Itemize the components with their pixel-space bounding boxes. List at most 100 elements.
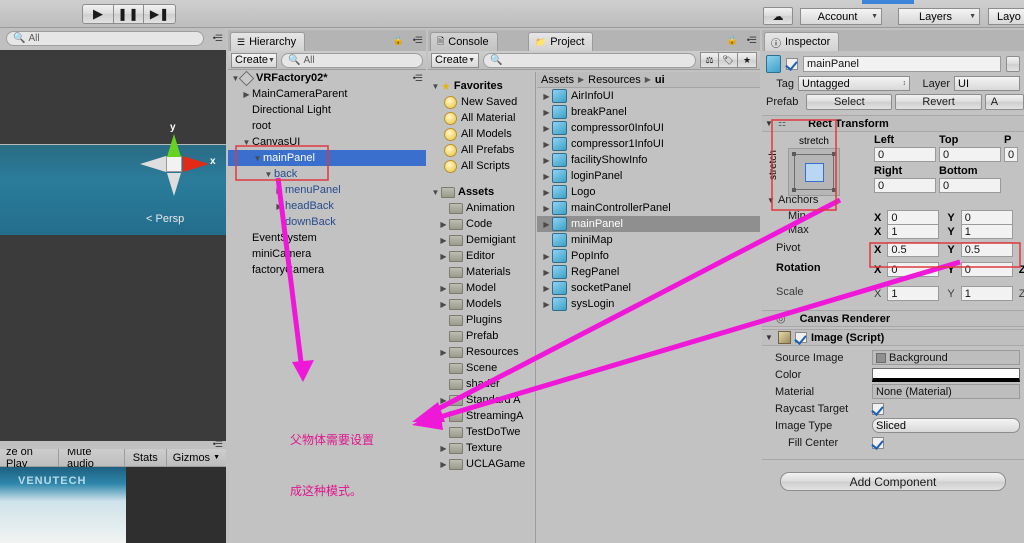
hierarchy-item-mainpanel[interactable]: ▼ mainPanel (228, 150, 426, 166)
scene-menu-icon[interactable]: •☰ (213, 33, 223, 44)
image-enabled-checkbox[interactable] (795, 332, 807, 343)
chevron-right-icon[interactable]: ▶ (541, 284, 552, 293)
material-field[interactable]: None (Material) (872, 384, 1020, 399)
hierarchy-item-headback[interactable]: ▶ headBack (228, 198, 426, 214)
top-input[interactable]: 0 (939, 147, 1001, 162)
project-asset-breakpanel[interactable]: ▶ breakPanel (537, 104, 760, 120)
scale-y-input[interactable]: 1 (960, 286, 1013, 301)
project-folder-model[interactable]: ▶ Model (428, 280, 535, 296)
project-favorite-all-scripts[interactable]: All Scripts (428, 158, 535, 174)
chevron-right-icon[interactable]: ▶ (541, 268, 552, 277)
tab-console[interactable]: 🗎 Console (430, 32, 498, 51)
fill-center-checkbox[interactable] (872, 436, 884, 449)
chevron-right-icon[interactable]: ▶ (541, 300, 552, 309)
chevron-down-icon[interactable]: ▼ (241, 138, 252, 147)
breadcrumb-assets[interactable]: Assets (541, 74, 574, 86)
hierarchy-scene-row[interactable]: ▼ VRFactory02* •☰ (228, 70, 426, 86)
project-folder-prefab[interactable]: ▶ Prefab (428, 328, 535, 344)
prefab-select-button[interactable]: Select (806, 94, 893, 110)
hierarchy-create-button[interactable]: Create ▼ (231, 52, 277, 68)
hierarchy-item-back[interactable]: ▼ back (228, 166, 426, 182)
bottom-input[interactable]: 0 (939, 178, 1001, 193)
project-asset-logo[interactable]: ▶ Logo (537, 184, 760, 200)
project-folder-uclagame[interactable]: ▶ UCLAGame (428, 456, 535, 472)
project-asset-compressor0infoui[interactable]: ▶ compressor0InfoUI (537, 120, 760, 136)
object-active-checkbox[interactable] (786, 58, 798, 70)
gizmos-button[interactable]: Gizmos ▼ (167, 449, 226, 467)
project-asset-regpanel[interactable]: ▶ RegPanel (537, 264, 760, 280)
hierarchy-search-input[interactable]: 🔍 All (281, 52, 423, 68)
project-folder-code[interactable]: ▶ Code (428, 216, 535, 232)
play-button[interactable]: ▶ (82, 4, 114, 24)
account-dropdown[interactable]: Account ▼ (800, 8, 882, 25)
chevron-right-icon[interactable]: ▶ (541, 108, 552, 117)
chevron-right-icon[interactable]: ▶ (541, 124, 552, 133)
project-asset-socketpanel[interactable]: ▶ socketPanel (537, 280, 760, 296)
layer-dropdown[interactable]: UI (954, 76, 1020, 91)
anchor-min-x-input[interactable]: 0 (887, 210, 940, 225)
anchors-foldout[interactable]: ▼ Anchors (766, 194, 818, 206)
chevron-right-icon[interactable]: ▶ (541, 140, 552, 149)
rect-transform-header[interactable]: ▼ ☷ Rect Transform (762, 115, 1024, 132)
project-folder-testdotwe[interactable]: ▶ TestDoTwe (428, 424, 535, 440)
chevron-down-icon[interactable]: ▼ (430, 188, 441, 197)
project-folder-streaminga[interactable]: ▶ StreamingA (428, 408, 535, 424)
gizmo-y-neg-axis[interactable] (167, 173, 181, 196)
project-favorite-new-saved[interactable]: New Saved (428, 94, 535, 110)
anchor-max-y-input[interactable]: 1 (960, 224, 1013, 239)
mute-audio-button[interactable]: Mute audio (59, 446, 125, 470)
chevron-right-icon[interactable]: ▶ (241, 90, 252, 99)
project-asset-syslogin[interactable]: ▶ sysLogin (537, 296, 760, 312)
anchor-preset-graphic[interactable] (788, 148, 840, 196)
chevron-right-icon[interactable]: ▶ (438, 252, 449, 261)
right-input[interactable]: 0 (874, 178, 936, 193)
breadcrumb-ui[interactable]: ui (655, 74, 665, 86)
image-script-header[interactable]: ▼ Image (Script) (762, 329, 1024, 346)
project-menu-icon[interactable]: •☰ (747, 35, 757, 46)
project-folder-demigiant[interactable]: ▶ Demigiant (428, 232, 535, 248)
hierarchy-item-maincameraparent[interactable]: ▶ MainCameraParent (228, 86, 426, 102)
gizmo-x-axis[interactable] (183, 156, 209, 172)
chevron-right-icon[interactable]: ▶ (541, 156, 552, 165)
project-asset-maincontrollerpanel[interactable]: ▶ mainControllerPanel (537, 200, 760, 216)
hierarchy-item-canvasui[interactable]: ▼ CanvasUI (228, 134, 426, 150)
favorite-filter-icon[interactable]: ★ (738, 52, 757, 68)
project-create-button[interactable]: Create ▼ (431, 52, 479, 68)
breadcrumb-resources[interactable]: Resources (588, 74, 641, 86)
chevron-right-icon[interactable]: ▶ (541, 92, 552, 101)
chevron-right-icon[interactable]: ▶ (438, 300, 449, 309)
project-asset-compressor1infoui[interactable]: ▶ compressor1InfoUI (537, 136, 760, 152)
chevron-right-icon[interactable]: ▶ (541, 204, 552, 213)
rotation-y-input[interactable]: 0 (960, 262, 1013, 277)
posz-input[interactable]: 0 (1004, 147, 1018, 162)
chevron-down-icon[interactable]: ▼ (430, 82, 441, 91)
step-button[interactable]: ▶❚ (144, 4, 176, 24)
type-filter-icon[interactable]: ⚖ (700, 52, 719, 68)
chevron-right-icon[interactable]: ▶ (438, 396, 449, 405)
prefab-revert-button[interactable]: Revert (895, 94, 982, 110)
project-favorites-row[interactable]: ▼ ★ Favorites (428, 78, 535, 94)
persp-label[interactable]: < Persp (146, 213, 184, 225)
chevron-down-icon[interactable]: ▼ (252, 154, 263, 163)
lock-icon[interactable]: 🔒 (727, 35, 738, 46)
canvas-renderer-header[interactable]: ◎ Canvas Renderer (762, 310, 1024, 327)
image-type-dropdown[interactable]: Sliced (872, 418, 1020, 433)
chevron-right-icon[interactable]: ▶ (438, 220, 449, 229)
scene-search-input[interactable]: 🔍 All (6, 31, 204, 46)
project-asset-mainpanel[interactable]: ▶ mainPanel (537, 216, 760, 232)
raycast-target-checkbox[interactable] (872, 402, 884, 415)
project-favorite-all-material[interactable]: All Material (428, 110, 535, 126)
gizmo-x-neg-axis[interactable] (140, 156, 166, 172)
source-image-field[interactable]: Background (872, 350, 1020, 365)
cloud-button[interactable]: ☁ (763, 7, 793, 25)
chevron-right-icon[interactable]: ▶ (541, 172, 552, 181)
hierarchy-item-eventsystem[interactable]: ▶EventSystem (228, 230, 426, 246)
chevron-right-icon[interactable]: ▶ (274, 202, 285, 211)
chevron-right-icon[interactable]: ▶ (438, 348, 449, 357)
chevron-right-icon[interactable]: ▶ (438, 236, 449, 245)
project-folder-materials[interactable]: ▶ Materials (428, 264, 535, 280)
anchor-min-y-input[interactable]: 0 (960, 210, 1013, 225)
tab-hierarchy[interactable]: ☰ Hierarchy (230, 32, 306, 51)
gizmo-center[interactable] (166, 156, 182, 172)
scene-gizmo[interactable]: y x (140, 122, 220, 210)
